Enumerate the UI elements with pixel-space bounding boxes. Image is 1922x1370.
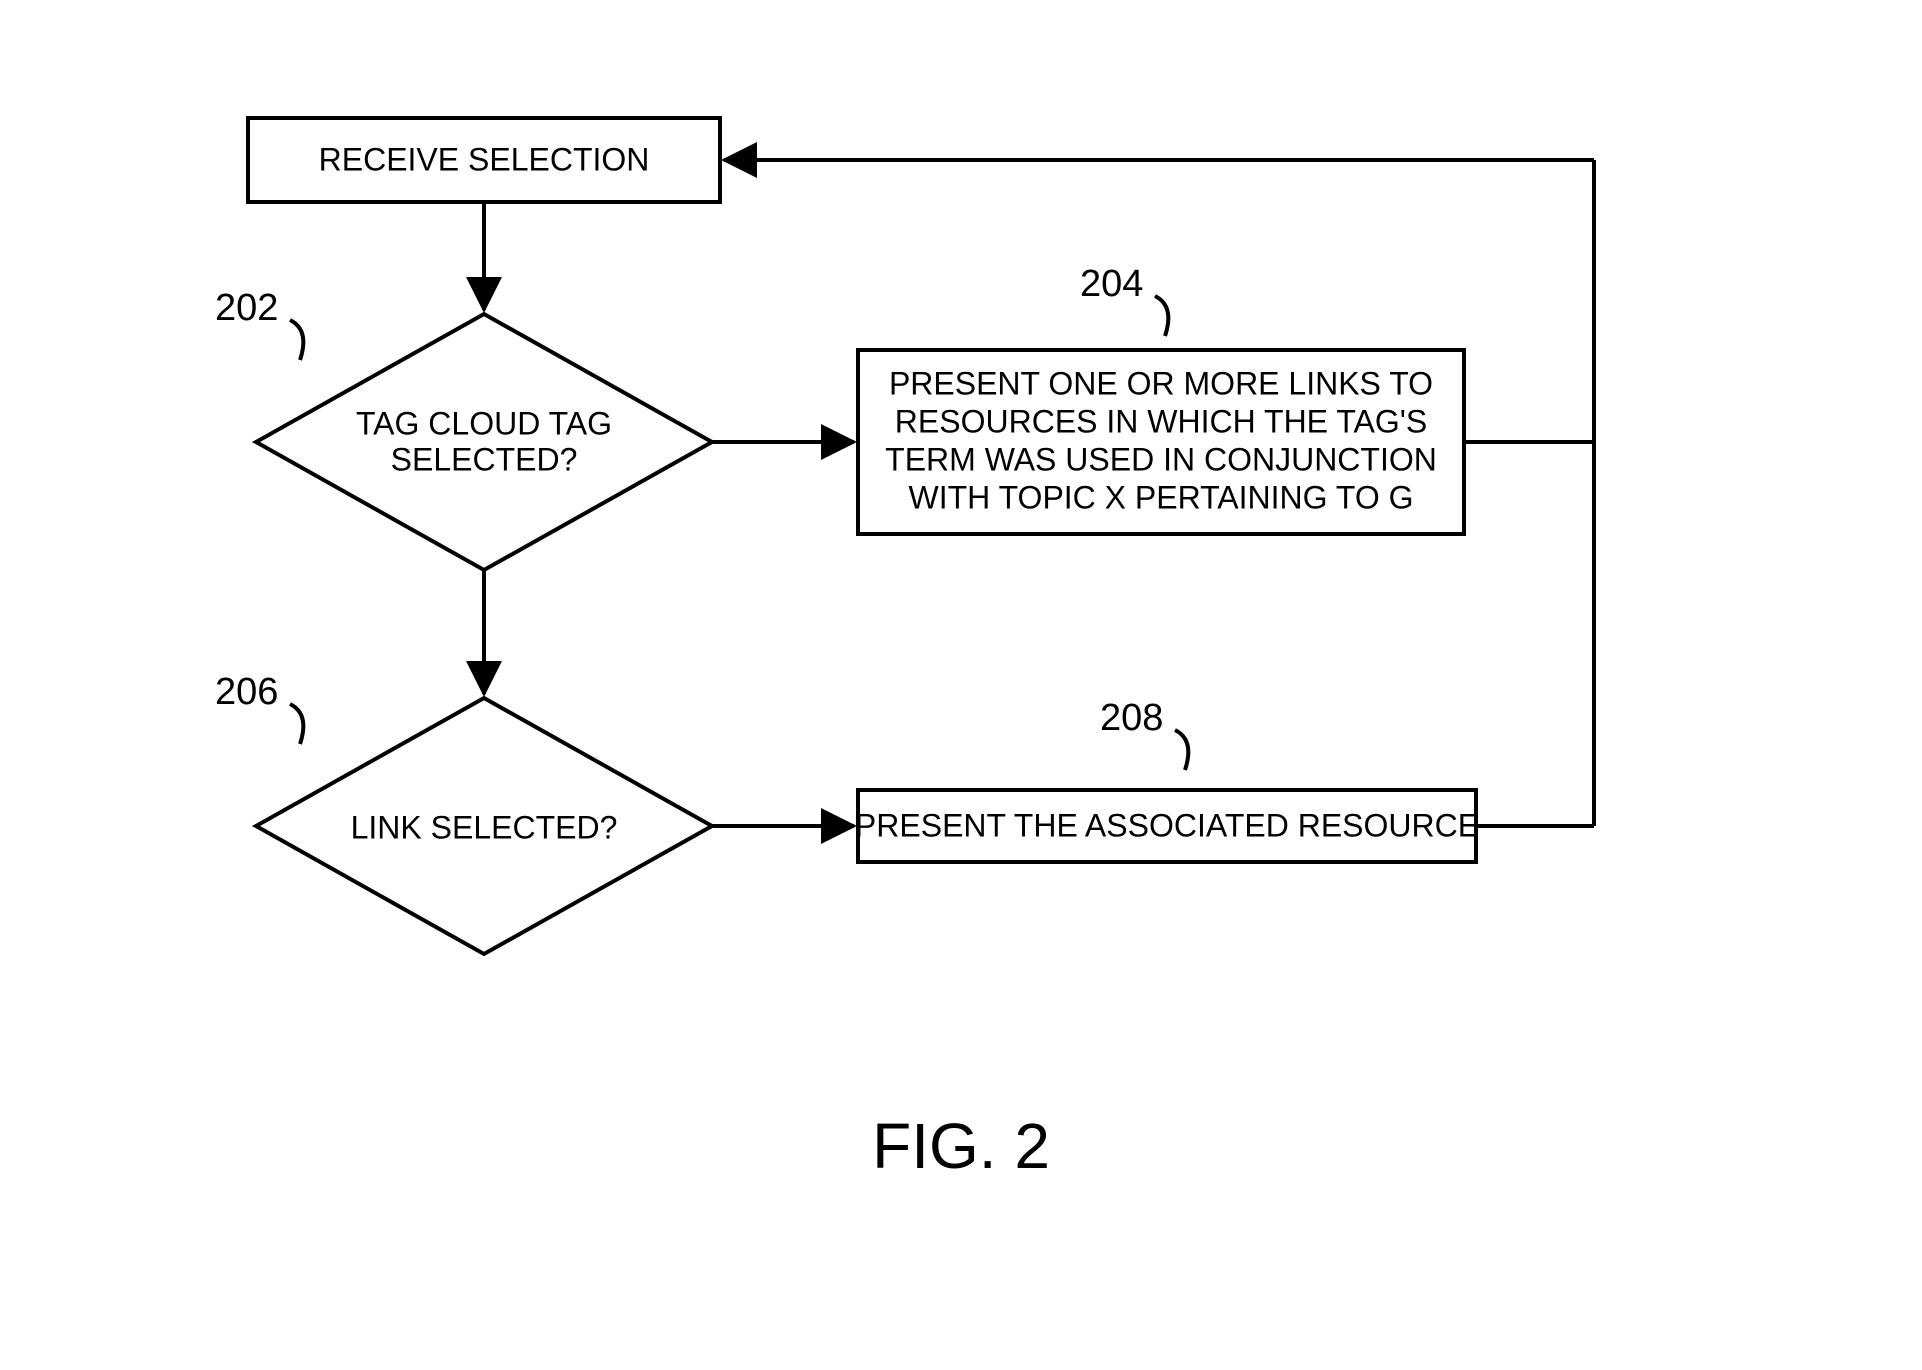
svg-text:LINK SELECTED?: LINK SELECTED?: [351, 809, 618, 845]
svg-text:202: 202: [215, 287, 278, 329]
svg-text:SELECTED?: SELECTED?: [391, 441, 578, 477]
label-206: 206: [215, 671, 303, 744]
present-links-box: PRESENT ONE OR MORE LINKS TO RESOURCES I…: [858, 350, 1464, 534]
receive-selection-text: RECEIVE SELECTION: [319, 141, 650, 177]
present-resource-box: PRESENT THE ASSOCIATED RESOURCE: [855, 790, 1479, 862]
label-204: 204: [1080, 263, 1168, 336]
link-selected-decision: LINK SELECTED?: [256, 698, 712, 954]
tag-cloud-selected-decision: TAG CLOUD TAG SELECTED?: [256, 314, 712, 570]
svg-text:RESOURCES IN WHICH THE TAG'S: RESOURCES IN WHICH THE TAG'S: [895, 403, 1427, 439]
receive-selection-box: RECEIVE SELECTION: [248, 118, 720, 202]
label-202: 202: [215, 287, 303, 360]
svg-text:208: 208: [1100, 697, 1163, 739]
svg-text:TERM WAS USED IN CONJUNCTION: TERM WAS USED IN CONJUNCTION: [885, 441, 1437, 477]
svg-text:206: 206: [215, 671, 278, 713]
flowchart-figure: RECEIVE SELECTION 202 TAG CLOUD TAG SELE…: [0, 0, 1922, 1370]
svg-text:TAG CLOUD TAG: TAG CLOUD TAG: [356, 405, 612, 441]
svg-text:PRESENT ONE OR MORE LINKS TO: PRESENT ONE OR MORE LINKS TO: [889, 365, 1433, 401]
svg-text:PRESENT THE ASSOCIATED RESOURC: PRESENT THE ASSOCIATED RESOURCE: [855, 807, 1479, 843]
figure-caption: FIG. 2: [872, 1110, 1050, 1182]
label-208: 208: [1100, 697, 1188, 770]
svg-text:204: 204: [1080, 263, 1143, 305]
svg-text:WITH TOPIC X PERTAINING TO G: WITH TOPIC X PERTAINING TO G: [909, 479, 1414, 515]
